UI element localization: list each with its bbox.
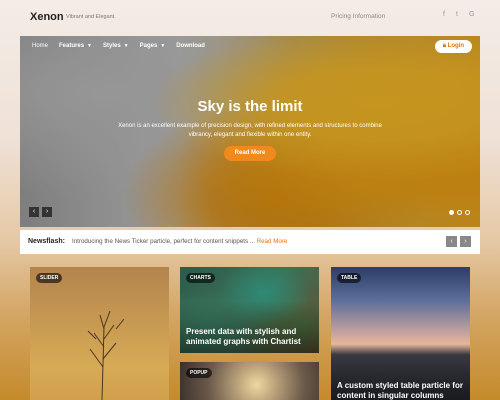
brand-tagline: Vibrant and Elegant. [66, 14, 116, 20]
nav-item-pages[interactable]: Pages ▼ [140, 43, 166, 49]
card-badge: SLIDER [36, 273, 63, 283]
nav-label: Styles [102, 43, 121, 49]
login-button[interactable]: 🔒︎ Login [434, 40, 472, 53]
card-popup[interactable]: POPUP [180, 362, 319, 400]
card-badge: TABLE [337, 273, 362, 283]
news-next-button[interactable]: › [460, 236, 471, 247]
nav-item-home[interactable]: Home [32, 43, 48, 49]
nav-item-download[interactable]: Download [176, 43, 205, 49]
brand-logo[interactable]: Xenon [30, 11, 64, 23]
chevron-down-icon: ▼ [160, 43, 166, 49]
newsflash-text: Introducing the News Ticker particle, pe… [72, 238, 287, 245]
card-badge: POPUP [186, 368, 212, 378]
pricing-link[interactable]: Pricing Information [331, 13, 385, 20]
slider-dot[interactable] [449, 210, 454, 215]
nav-item-features[interactable]: Features ▼ [59, 43, 92, 49]
card-badge: CHARTS [186, 273, 215, 283]
slider-dots [449, 210, 470, 215]
card-title: A custom styled table particle for conte… [337, 381, 463, 400]
card-slider[interactable]: SLIDER [30, 267, 169, 400]
chevron-down-icon: ▼ [123, 43, 129, 49]
card-table[interactable]: TABLE A custom styled table particle for… [331, 267, 470, 400]
slider-dot[interactable] [465, 210, 470, 215]
news-prev-button[interactable]: ‹ [446, 236, 457, 247]
hero-description: Xenon is an excellent example of precisi… [118, 123, 382, 138]
google-plus-icon[interactable]: G [469, 11, 474, 18]
hero-slider: Home Features ▼ Styles ▼ Pages ▼ Download 🔒… [20, 36, 480, 227]
read-more-button[interactable]: Read More [224, 146, 276, 161]
facebook-icon[interactable]: f [443, 11, 445, 18]
nav-label: Pages [139, 43, 158, 49]
top-bar: Xenon Vibrant and Elegant. Pricing Infor… [0, 0, 500, 34]
nav-item-styles[interactable]: Styles ▼ [103, 43, 129, 49]
nav-label: Home [32, 43, 49, 49]
newsflash-read-more-link[interactable]: Read More [257, 238, 288, 245]
twitter-icon[interactable]: t [456, 11, 458, 18]
card-charts[interactable]: CHARTS Present data with stylish and ani… [180, 267, 319, 353]
slider-dot[interactable] [457, 210, 462, 215]
chevron-down-icon: ▼ [87, 43, 92, 49]
slider-next-button[interactable]: › [42, 207, 52, 217]
nav-label: Download [176, 43, 205, 49]
newsflash-label: Newsflash: [28, 238, 65, 245]
newsflash-snippet: Introducing the News Ticker particle, pe… [72, 238, 255, 245]
login-label: Login [447, 43, 464, 49]
plant-image [87, 310, 125, 400]
slider-prev-button[interactable]: ‹ [29, 207, 39, 217]
main-nav: Home Features ▼ Styles ▼ Pages ▼ Download [32, 43, 205, 49]
card-title: Present data with stylish and animated g… [186, 327, 301, 346]
hero-title: Sky is the limit [197, 98, 303, 115]
nav-label: Features [59, 43, 85, 49]
newsflash-bar: Newsflash: Introducing the News Ticker p… [20, 230, 480, 254]
